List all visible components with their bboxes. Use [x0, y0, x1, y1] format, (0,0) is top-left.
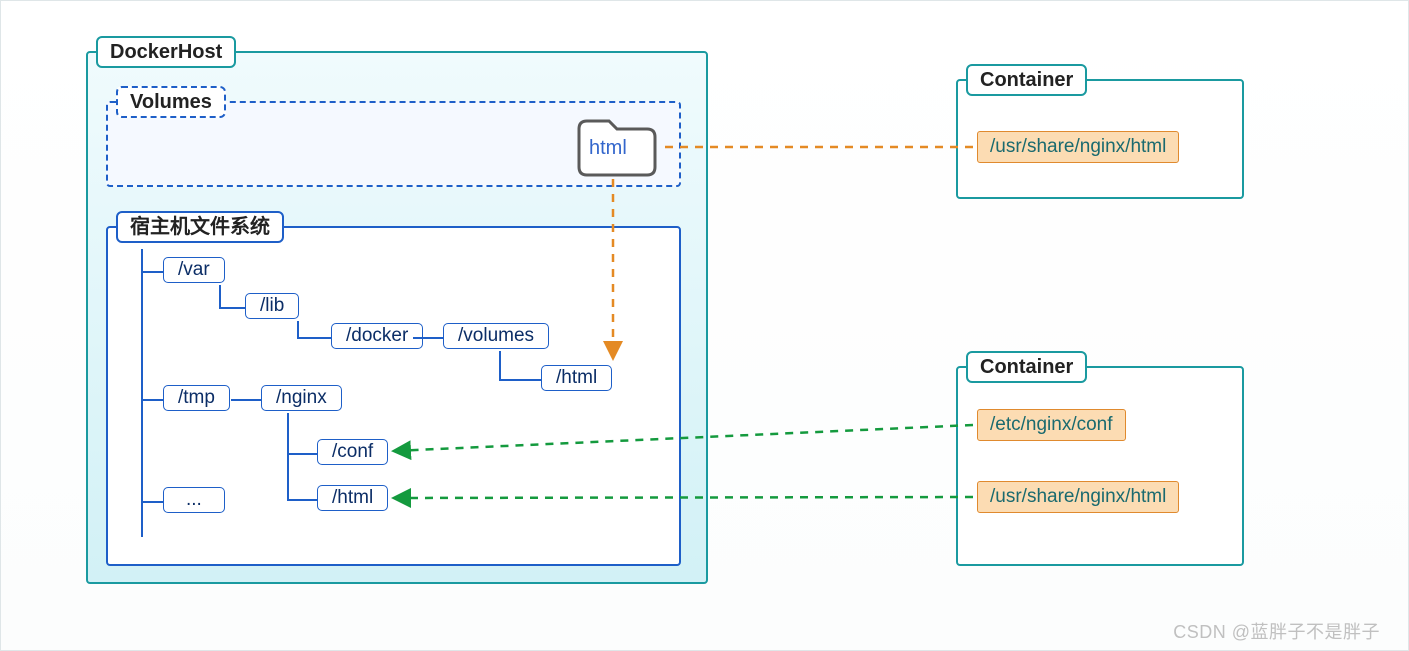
- container1-path: /usr/share/nginx/html: [977, 131, 1179, 163]
- volumes-html-label: html: [589, 137, 627, 160]
- container1-title: Container: [966, 64, 1087, 96]
- tree-line: [413, 337, 445, 339]
- tree-line: [287, 413, 289, 501]
- fs-node-conf: /conf: [317, 439, 388, 465]
- container2-path-html: /usr/share/nginx/html: [977, 481, 1179, 513]
- fs-node-tmp: /tmp: [163, 385, 230, 411]
- dockerhost-title: DockerHost: [96, 36, 236, 68]
- tree-line: [141, 399, 163, 401]
- fs-node-html-nginx: /html: [317, 485, 388, 511]
- tree-line: [219, 285, 221, 309]
- watermark: CSDN @蓝胖子不是胖子: [1173, 618, 1380, 644]
- fs-node-docker: /docker: [331, 323, 423, 349]
- fs-node-nginx: /nginx: [261, 385, 342, 411]
- fs-node-var: /var: [163, 257, 225, 283]
- volumes-html-folder: html: [577, 123, 655, 175]
- tree-line: [219, 307, 245, 309]
- fs-node-lib: /lib: [245, 293, 299, 319]
- container2-title: Container: [966, 351, 1087, 383]
- container2-box: Container: [956, 366, 1244, 566]
- fs-node-volumes: /volumes: [443, 323, 549, 349]
- tree-line: [141, 501, 163, 503]
- tree-line: [499, 379, 541, 381]
- tree-line: [231, 399, 261, 401]
- tree-line: [287, 453, 317, 455]
- tree-line: [287, 499, 317, 501]
- container2-path-conf: /etc/nginx/conf: [977, 409, 1126, 441]
- tree-line: [141, 249, 143, 537]
- hostfs-title: 宿主机文件系统: [116, 211, 284, 243]
- fs-node-html-vol: /html: [541, 365, 612, 391]
- fs-node-ellipsis: ...: [163, 487, 225, 513]
- tree-line: [499, 351, 501, 381]
- tree-line: [141, 271, 163, 273]
- volumes-title: Volumes: [116, 86, 226, 118]
- tree-line: [297, 337, 331, 339]
- diagram-canvas: DockerHost Volumes html 宿主机文件系统 /var /li…: [0, 0, 1409, 651]
